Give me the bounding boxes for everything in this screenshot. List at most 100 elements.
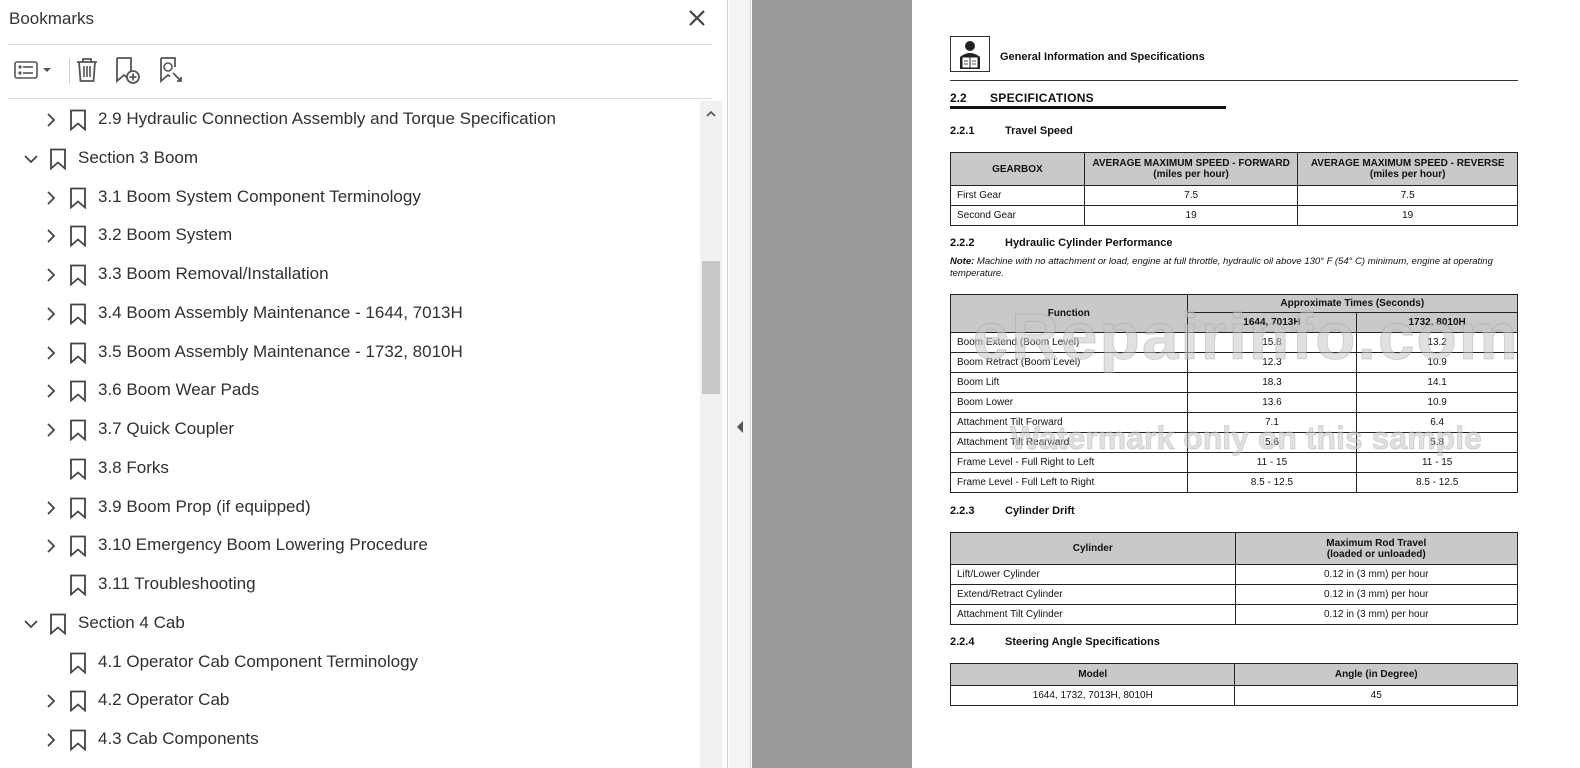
header-rule bbox=[950, 80, 1518, 81]
bookmark-item[interactable]: Section 3 Boom bbox=[8, 140, 698, 178]
chevron-right-icon[interactable] bbox=[42, 731, 60, 749]
table-cell: 12.3 bbox=[1186, 352, 1358, 373]
close-icon[interactable] bbox=[686, 7, 708, 29]
table-cell: Boom Lower bbox=[950, 392, 1188, 413]
bookmark-item[interactable]: 4.2 Operator Cab bbox=[8, 682, 698, 720]
note-body: Machine with no attachment or load, engi… bbox=[950, 256, 1493, 279]
bookmark-item[interactable]: 3.3 Boom Removal/Installation bbox=[8, 256, 698, 294]
note-text: Note: Machine with no attachment or load… bbox=[950, 256, 1520, 280]
bookmarks-scrollbar[interactable] bbox=[700, 101, 722, 768]
chevron-right-icon[interactable] bbox=[42, 189, 60, 207]
bookmark-label: 3.1 Boom System Component Terminology bbox=[98, 186, 421, 206]
table-cell: Attachment Tilt Cylinder bbox=[950, 604, 1236, 625]
triangle-left-icon bbox=[737, 421, 743, 433]
bookmark-label: 4.3 Cab Components bbox=[98, 729, 259, 748]
bookmark-icon bbox=[49, 613, 67, 636]
scroll-up-button[interactable] bbox=[700, 103, 722, 125]
bookmark-label: Section 4 Cab bbox=[78, 612, 185, 632]
bookmarks-panel-title: Bookmarks bbox=[9, 9, 95, 28]
table-cell: Boom Retract (Boom Level) bbox=[950, 352, 1188, 373]
chevron-right-icon[interactable] bbox=[42, 537, 60, 555]
bookmark-item[interactable]: 3.2 Boom System bbox=[8, 217, 698, 255]
table-cell: 5.8 bbox=[1356, 432, 1518, 453]
steering-angle-table: Model Angle (in Degree) 1644, 1732, 7013… bbox=[949, 663, 1518, 706]
table-cell: 5.6 bbox=[1186, 432, 1358, 453]
table-header-sub: (miles per hour) bbox=[1369, 169, 1446, 180]
divider bbox=[8, 98, 712, 99]
table-row: Lift/Lower Cylinder 0.12 in (3 mm) per ho… bbox=[950, 564, 1519, 585]
chevron-down-icon[interactable] bbox=[22, 615, 40, 633]
table-header-sub: (miles per hour) bbox=[1153, 169, 1229, 180]
chevron-right-icon[interactable] bbox=[42, 344, 60, 362]
bookmark-label: 3.11 Troubleshooting bbox=[98, 574, 256, 593]
table-cell: Boom Lift bbox=[950, 372, 1188, 393]
table-header: 1732, 8010H bbox=[1356, 312, 1518, 333]
table-row: Boom Retract (Boom Level) 12.3 10.9 bbox=[950, 352, 1518, 373]
chevron-right-icon[interactable] bbox=[42, 499, 60, 517]
bookmark-item[interactable]: Section 4 Cab bbox=[8, 605, 698, 643]
document-page: General Information and Specifications 2… bbox=[912, 0, 1580, 768]
table-cell: 15.8 bbox=[1186, 332, 1358, 353]
cylinder-drift-table: Cylinder Maximum Rod Travel (loaded or u… bbox=[950, 532, 1519, 625]
table-cell: 18.3 bbox=[1186, 372, 1358, 393]
travel-speed-table: GEARBOX AVERAGE MAXIMUM SPEED - FORWARD … bbox=[950, 152, 1518, 226]
delete-bookmark-button[interactable] bbox=[70, 52, 104, 88]
bookmark-item[interactable]: 3.1 Boom System Component Terminology bbox=[8, 179, 698, 217]
options-button[interactable] bbox=[8, 52, 56, 88]
bookmark-label: 3.4 Boom Assembly Maintenance - 1644, 70… bbox=[98, 302, 463, 322]
bookmark-icon bbox=[69, 380, 87, 403]
bookmark-item[interactable]: 3.10 Emergency Boom Lowering Procedure bbox=[8, 527, 698, 565]
bookmarks-panel: Bookmarks 2.9 Hydraulic Connection Assem… bbox=[0, 0, 728, 768]
table-header-sub: (loaded or unloaded) bbox=[1326, 548, 1426, 560]
table-cell: 11 - 15 bbox=[1356, 452, 1518, 473]
bookmark-icon bbox=[69, 652, 87, 674]
subsection-title: Cylinder Drift bbox=[1005, 505, 1075, 517]
table-cell: Attachment Tilt Forward bbox=[950, 412, 1188, 433]
chevron-down-icon[interactable] bbox=[22, 150, 40, 168]
bookmark-icon bbox=[69, 225, 87, 248]
bookmark-item[interactable]: 4.1 Operator Cab Component Terminology bbox=[8, 644, 698, 682]
bookmark-label: 2.9 Hydraulic Connection Assembly and To… bbox=[98, 109, 557, 128]
collapse-panel-button[interactable] bbox=[733, 416, 747, 438]
panel-splitter[interactable] bbox=[729, 0, 751, 768]
table-row: Boom Lower 13.6 10.9 bbox=[950, 392, 1518, 413]
table-header: Approximate Times (Seconds) bbox=[1186, 294, 1519, 313]
new-bookmark-button[interactable] bbox=[110, 52, 144, 88]
scrollbar-thumb[interactable] bbox=[702, 261, 720, 394]
chevron-right-icon[interactable] bbox=[42, 227, 60, 245]
table-header: Angle (in Degree) bbox=[1234, 663, 1518, 686]
bookmark-item[interactable]: 4.3 Cab Components bbox=[8, 721, 698, 759]
chevron-right-icon[interactable] bbox=[42, 305, 60, 323]
chevron-right-icon[interactable] bbox=[42, 382, 60, 400]
chevron-right-icon[interactable] bbox=[42, 692, 60, 710]
new-bookmark-icon bbox=[116, 57, 140, 84]
find-bookmark-button[interactable] bbox=[154, 52, 188, 88]
section-number: 2.2 bbox=[950, 91, 967, 105]
cylinder-performance-table: Function Approximate Times (Seconds) 164… bbox=[950, 294, 1519, 493]
chevron-right-icon[interactable] bbox=[42, 266, 60, 284]
table-header: Function bbox=[950, 294, 1188, 333]
chevron-right-icon[interactable] bbox=[42, 111, 60, 129]
bookmark-item[interactable]: 3.7 Quick Coupler bbox=[8, 411, 698, 449]
bookmark-label: 3.5 Boom Assembly Maintenance - 1732, 80… bbox=[98, 341, 463, 361]
bookmark-item[interactable]: 3.9 Boom Prop (if equipped) bbox=[8, 489, 698, 527]
table-header: AVERAGE MAXIMUM SPEED - REVERSE (miles p… bbox=[1297, 152, 1518, 186]
table-header-label: Maximum Rod Travel bbox=[1326, 537, 1427, 549]
table-cell: 19 bbox=[1297, 205, 1518, 226]
bookmark-item[interactable]: 3.4 Boom Assembly Maintenance - 1644, 70… bbox=[8, 295, 698, 333]
table-header: AVERAGE MAXIMUM SPEED - FORWARD (miles p… bbox=[1083, 152, 1299, 186]
bookmark-item[interactable]: 3.6 Boom Wear Pads bbox=[8, 372, 698, 410]
bookmark-item[interactable]: 3.11 Troubleshooting bbox=[8, 566, 698, 604]
table-row: Attachment Tilt Cylinder 0.12 in (3 mm) p… bbox=[950, 604, 1519, 625]
bookmark-icon bbox=[69, 187, 87, 209]
table-cell: 7.5 bbox=[1297, 185, 1518, 206]
trash-icon bbox=[77, 58, 97, 82]
table-row: Second Gear 19 19 bbox=[950, 205, 1518, 226]
bookmark-item[interactable]: 3.8 Forks bbox=[8, 450, 698, 488]
bookmark-item[interactable]: 2.9 Hydraulic Connection Assembly and To… bbox=[8, 101, 698, 139]
bookmark-item[interactable]: 3.5 Boom Assembly Maintenance - 1732, 80… bbox=[8, 334, 698, 372]
table-cell: 0.12 in (3 mm) per hour bbox=[1234, 564, 1519, 585]
subsection-number: 2.2.2 bbox=[950, 237, 975, 249]
table-row: Boom Lift 18.3 14.1 bbox=[950, 372, 1518, 393]
chevron-right-icon[interactable] bbox=[42, 421, 60, 439]
